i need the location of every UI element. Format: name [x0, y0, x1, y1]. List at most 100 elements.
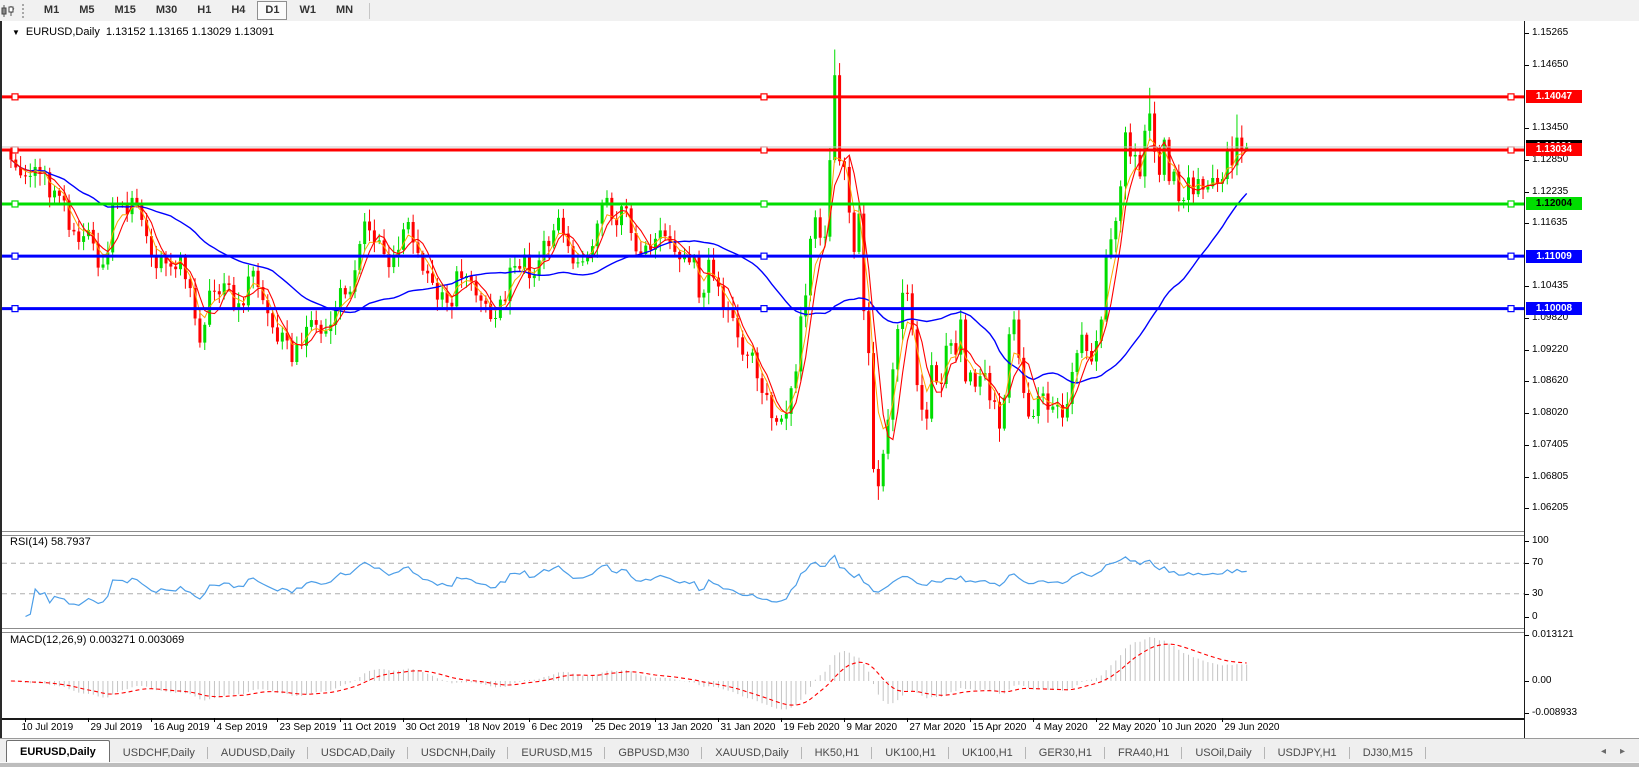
date-tick-mark — [151, 718, 153, 722]
window-bottom-edge — [0, 762, 1639, 767]
axis-tick-mark — [1525, 381, 1529, 383]
timeframe-button-m15[interactable]: M15 — [106, 1, 143, 20]
axis-tick-mark — [1525, 349, 1529, 351]
macd-tick-label: 0.013121 — [1532, 629, 1574, 640]
macd-panel[interactable] — [2, 631, 1524, 718]
date-tick-mark — [781, 718, 783, 722]
date-label: 19 Feb 2020 — [783, 722, 840, 733]
chart-ohlc-values: 1.13152 1.13165 1.13029 1.13091 — [105, 26, 275, 38]
axis-tick-mark — [1525, 616, 1529, 618]
chart-tab-bar: EURUSD,Daily USDCHF,Daily AUDUSD,Daily USDC… — [0, 738, 1639, 763]
chart-tab-eurusd-m15[interactable]: EURUSD,M15 — [508, 743, 606, 763]
price-tick-label: 1.14650 — [1532, 59, 1569, 71]
date-label: 10 Jun 2020 — [1161, 722, 1217, 733]
mini-candles-icon — [1, 4, 14, 17]
chart-tabs: EURUSD,Daily USDCHF,Daily AUDUSD,Daily USDC… — [6, 740, 1426, 763]
chart-tab-usdcad-daily[interactable]: USDCAD,Daily — [308, 743, 408, 763]
axis-tick-mark — [1525, 445, 1529, 447]
date-tick-mark — [1222, 718, 1224, 722]
timeframe-button-h1[interactable]: H1 — [189, 1, 219, 20]
chart-tab-usdchf-daily[interactable]: USDCHF,Daily — [110, 743, 209, 763]
date-label: 29 Jul 2019 — [90, 722, 143, 733]
main-price-chart[interactable] — [2, 22, 1524, 531]
chart-tab-xauusd-daily[interactable]: XAUUSD,Daily — [702, 743, 802, 763]
rsi-tick-label: 0 — [1532, 610, 1538, 622]
chart-tab-usdjpy-h1[interactable]: USDJPY,H1 — [1265, 743, 1350, 763]
chart-tab-usoil-daily[interactable]: USOil,Daily — [1182, 743, 1265, 763]
chart-tab-gbpusd-m30[interactable]: GBPUSD,M30 — [605, 743, 703, 763]
timeframe-button-m30[interactable]: M30 — [148, 1, 185, 20]
axis-tick-mark — [1525, 508, 1529, 510]
timeframe-button-m5[interactable]: M5 — [71, 1, 102, 20]
rsi-tick-label: 70 — [1532, 557, 1544, 569]
timeframe-button-w1[interactable]: W1 — [291, 1, 324, 20]
price-tick-label: 1.08020 — [1532, 406, 1569, 418]
rsi-panel[interactable] — [2, 533, 1524, 628]
price-tick-label: 1.10435 — [1532, 280, 1569, 292]
axis-tick-mark — [1525, 65, 1529, 67]
chart-collapse-icon[interactable]: ▼ — [12, 28, 20, 37]
timeframe-button-mn[interactable]: MN — [328, 1, 361, 20]
left-scroll-arrow-icon[interactable]: ◂ — [1601, 746, 1606, 757]
price-tick-label: 1.11635 — [1532, 217, 1568, 229]
date-tick-mark — [592, 718, 594, 722]
price-tick-label: 1.06805 — [1532, 470, 1569, 482]
rsi-label: RSI(14) 58.7937 — [10, 536, 91, 548]
chart-tab-uk100-h1[interactable]: UK100,H1 — [949, 743, 1026, 763]
timeframe-toolbar: ▼ M1M5M15 M30H1H4D1W1MN — [0, 0, 1639, 22]
axis-tick-mark — [1525, 712, 1529, 714]
date-tick-mark — [844, 718, 846, 722]
date-tick-mark — [1096, 718, 1098, 722]
chart-tab-fra40-h1[interactable]: FRA40,H1 — [1105, 743, 1183, 763]
axis-tick-mark — [1525, 223, 1529, 225]
date-label: 23 Sep 2019 — [279, 722, 337, 733]
price-tick-label: 1.06205 — [1532, 502, 1569, 514]
date-tick-mark — [466, 718, 468, 722]
axis-tick-mark — [1525, 681, 1529, 682]
date-tick-mark — [718, 718, 720, 722]
axis-tick-mark — [1525, 159, 1529, 161]
chart-title: ▼ EURUSD,Daily 1.13152 1.13165 1.13029 1… — [12, 26, 274, 38]
date-tick-mark — [655, 718, 657, 722]
rsi-tick-label: 30 — [1532, 587, 1544, 599]
timeframe-button-h4[interactable]: H4 — [223, 1, 253, 20]
date-tick-mark — [970, 718, 972, 722]
timeframe-button-d1[interactable]: D1 — [257, 1, 288, 20]
axis-tick-mark — [1525, 635, 1529, 636]
timeframe-button-m1[interactable]: M1 — [36, 1, 67, 20]
date-tick-mark — [1033, 718, 1035, 722]
date-tick-mark — [340, 718, 342, 722]
chart-tab-ger30-h1[interactable]: GER30,H1 — [1026, 743, 1106, 763]
date-tick-mark — [403, 718, 405, 722]
price-tick-label: 1.12235 — [1532, 185, 1569, 197]
rsi-tick-label: 100 — [1532, 534, 1549, 546]
trading-platform-window: ▼ M1M5M15 M30H1H4D1W1MN ▼ EURUSD,Daily 1.… — [0, 0, 1639, 767]
date-label: 6 Dec 2019 — [531, 722, 583, 733]
chart-tab-hk50-h1[interactable]: HK50,H1 — [802, 743, 873, 763]
candlestick-periods-icon[interactable]: ▼ — [1, 4, 16, 17]
date-label: 29 Jun 2020 — [1224, 722, 1280, 733]
date-label: 4 May 2020 — [1035, 722, 1088, 733]
date-label: 4 Sep 2019 — [216, 722, 268, 733]
date-label: 18 Nov 2019 — [468, 722, 526, 733]
price-line-label: 1.12004 — [1526, 197, 1582, 211]
chart-tab-uk100-h1[interactable]: UK100,H1 — [872, 743, 949, 763]
price-tick-label: 1.07405 — [1532, 439, 1569, 451]
chart-tab-audusd-daily[interactable]: AUDUSD,Daily — [208, 743, 308, 763]
axis-tick-mark — [1525, 563, 1529, 565]
chart-tab-eurusd-daily[interactable]: EURUSD,Daily — [6, 740, 110, 763]
date-label: 13 Jan 2020 — [657, 722, 713, 733]
right-scroll-arrow-icon[interactable]: ▸ — [1620, 746, 1625, 757]
price-line-label: 1.10008 — [1526, 302, 1582, 316]
axis-tick-mark — [1525, 540, 1529, 542]
chart-tab-dj30-m15[interactable]: DJ30,M15 — [1350, 743, 1426, 763]
axis-tick-mark — [1525, 593, 1529, 595]
price-line-label: 1.13034 — [1526, 143, 1582, 157]
chart-tab-usdcnh-daily[interactable]: USDCNH,Daily — [408, 743, 509, 763]
date-tick-mark — [529, 718, 531, 722]
date-label: 9 Mar 2020 — [846, 722, 898, 733]
toolbar-separator — [369, 2, 371, 19]
price-axis[interactable]: 1.15265 1.14650 1.13450 1.12850 1.12235 1.116… — [1524, 21, 1639, 738]
price-tick-label: 1.08620 — [1532, 375, 1569, 387]
toolbar-grip[interactable] — [21, 3, 26, 18]
